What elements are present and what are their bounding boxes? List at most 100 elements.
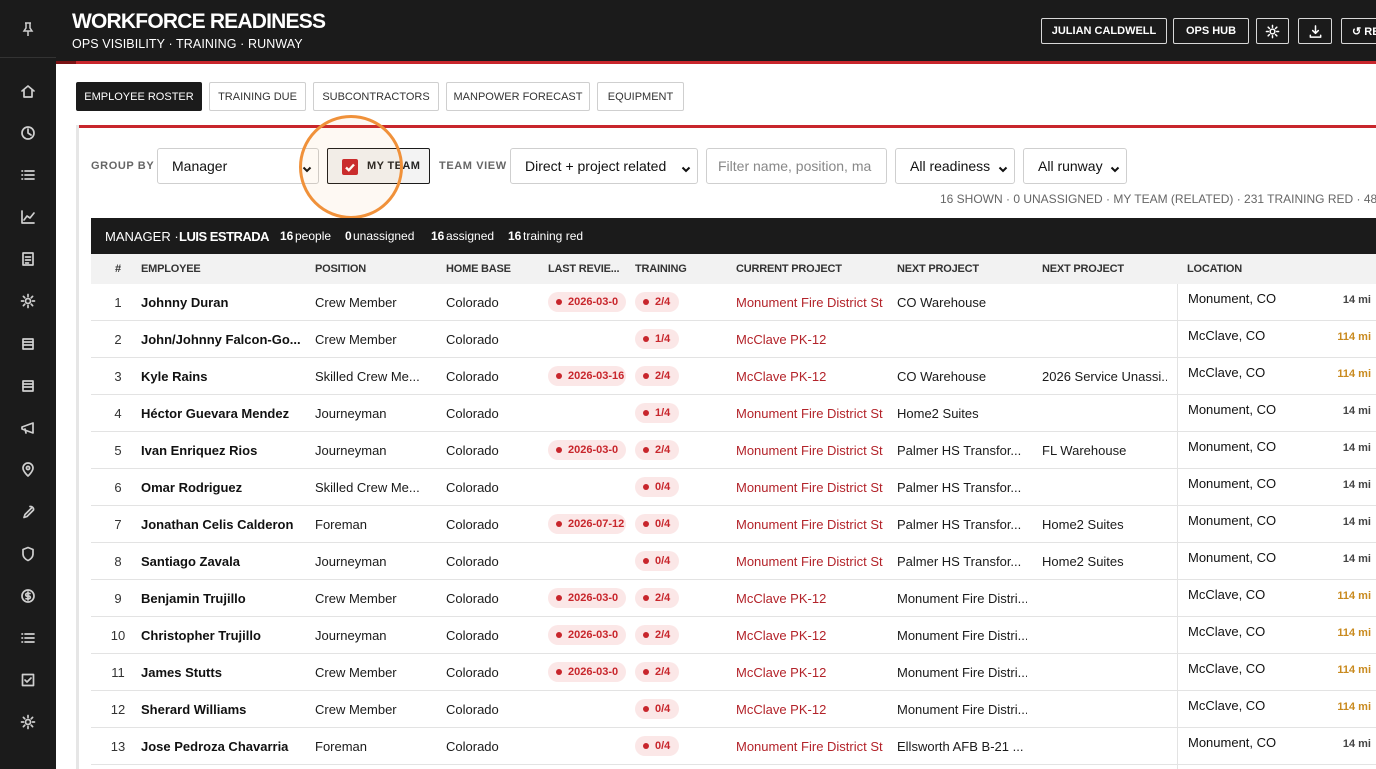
document-icon[interactable] [18,249,38,269]
training-badge: 2/4 [635,662,680,682]
col-number[interactable]: # [115,263,121,275]
col-position[interactable]: POSITION [315,263,366,275]
tab-equipment[interactable]: EQUIPMENT [597,82,684,111]
gear-icon[interactable] [18,291,38,311]
refresh-button[interactable]: ↺ RE [1341,18,1376,44]
sidebar [0,0,56,769]
sidebar-pin[interactable] [0,0,56,58]
home-base: Colorado [446,443,499,458]
readiness-value: All readiness [910,158,991,174]
header-accent-line [56,61,1376,64]
col-next-project-1[interactable]: NEXT PROJECT [897,263,979,275]
status-dot [556,373,562,379]
list-icon[interactable] [18,628,38,648]
status-dot [643,632,649,638]
current-project[interactable]: Monument Fire District St [736,295,886,310]
dollar-icon[interactable] [18,586,38,606]
col-current-project[interactable]: CURRENT PROJECT [736,263,842,275]
next-project-1: Monument Fire Distri... [897,665,1027,680]
training-status: 0/4 [655,555,671,567]
shield-icon[interactable] [18,544,38,564]
chart-icon[interactable] [18,207,38,227]
location-cell: Monument, CO 14 mi [1178,395,1376,432]
next-project-1: Monument Fire Distri... [897,591,1027,606]
readiness-select[interactable]: All readiness [895,148,1015,184]
tab-employee-roster[interactable]: EMPLOYEE ROSTER [76,82,202,111]
location-icon[interactable] [18,460,38,480]
last-review-date: 2026-03-16 [568,370,625,382]
tab-manpower-forecast[interactable]: MANPOWER FORECAST [446,82,590,111]
cards-icon[interactable] [18,334,38,354]
col-last-review[interactable]: LAST REVIE... [548,263,620,275]
col-next-project-2[interactable]: NEXT PROJECT [1042,263,1124,275]
last-review-badge: 2026-03-0 [548,662,626,682]
current-project[interactable]: Monument Fire District St [736,517,886,532]
status-dot [556,669,562,675]
col-location[interactable]: LOCATION [1187,263,1242,275]
current-project[interactable]: McClave PK-12 [736,369,886,384]
home-base: Colorado [446,406,499,421]
cards-icon[interactable] [18,376,38,396]
runway-select[interactable]: All runway [1023,148,1127,184]
row-number: 12 [110,702,126,717]
current-project[interactable]: Monument Fire District St [736,480,886,495]
training-badge: 2/4 [635,292,680,312]
position: Journeyman [315,628,387,643]
manager-prefix: MANAGER · [105,229,179,244]
location-cell: McClave, CO 114 mi [1178,654,1376,691]
position: Crew Member [315,591,397,606]
status-dot [643,373,649,379]
current-project[interactable]: Monument Fire District St [736,443,886,458]
distance: 14 mi [1342,405,1371,417]
list-icon[interactable] [18,165,38,185]
app-title: WORKFORCE READINESS [72,10,326,33]
row-number: 10 [110,628,126,643]
status-dot [556,595,562,601]
settings-button[interactable] [1256,18,1289,44]
wrench-icon[interactable] [18,502,38,522]
tab-subcontractors[interactable]: SUBCONTRACTORS [313,82,439,111]
group-by-select[interactable]: Manager [157,148,319,184]
user-button[interactable]: JULIAN CALDWELL [1041,18,1167,44]
col-home-base[interactable]: HOME BASE [446,263,511,275]
row-number: 13 [110,739,126,754]
group-header[interactable]: MANAGER · LUIS ESTRADA 16 people 0 unass… [91,218,1376,254]
status-dot [556,299,562,305]
status-dot [643,336,649,342]
current-project[interactable]: Monument Fire District St [736,406,886,421]
training-badge: 0/4 [635,514,680,534]
tab-training-due[interactable]: TRAINING DUE [209,82,306,111]
people-label: people [295,229,332,243]
megaphone-icon[interactable] [18,418,38,438]
last-review-date: 2026-03-0 [568,666,619,678]
col-employee[interactable]: EMPLOYEE [141,263,201,275]
distance: 114 mi [1337,701,1371,713]
current-project[interactable]: McClave PK-12 [736,591,886,606]
row-number: 7 [114,517,122,532]
current-project[interactable]: McClave PK-12 [736,628,886,643]
status-dot [643,521,649,527]
search-input[interactable]: Filter name, position, ma [706,148,887,184]
current-project[interactable]: Monument Fire District St [736,739,886,754]
home-icon[interactable] [18,81,38,101]
distance: 14 mi [1342,738,1371,750]
ops-hub-button[interactable]: OPS HUB [1173,18,1249,44]
current-project[interactable]: McClave PK-12 [736,332,886,347]
employee-name: Ivan Enriquez Rios [141,443,258,458]
position: Skilled Crew Me... [315,369,420,384]
sun-icon[interactable] [18,712,38,732]
current-project[interactable]: McClave PK-12 [736,665,886,680]
status-dot [643,669,649,675]
pin-icon[interactable] [20,21,36,37]
status-dot [643,484,649,490]
current-project[interactable]: Monument Fire District St [736,554,886,569]
download-button[interactable] [1298,18,1332,44]
unassigned-label: unassigned [353,229,415,243]
current-project[interactable]: McClave PK-12 [736,702,886,717]
col-training[interactable]: TRAINING [635,263,687,275]
checklist-icon[interactable] [18,670,38,690]
next-project-1: Palmer HS Transfor... [897,443,1022,458]
team-view-select[interactable]: Direct + project related [510,148,698,184]
status-dot [643,743,649,749]
clock-icon[interactable] [18,123,38,143]
